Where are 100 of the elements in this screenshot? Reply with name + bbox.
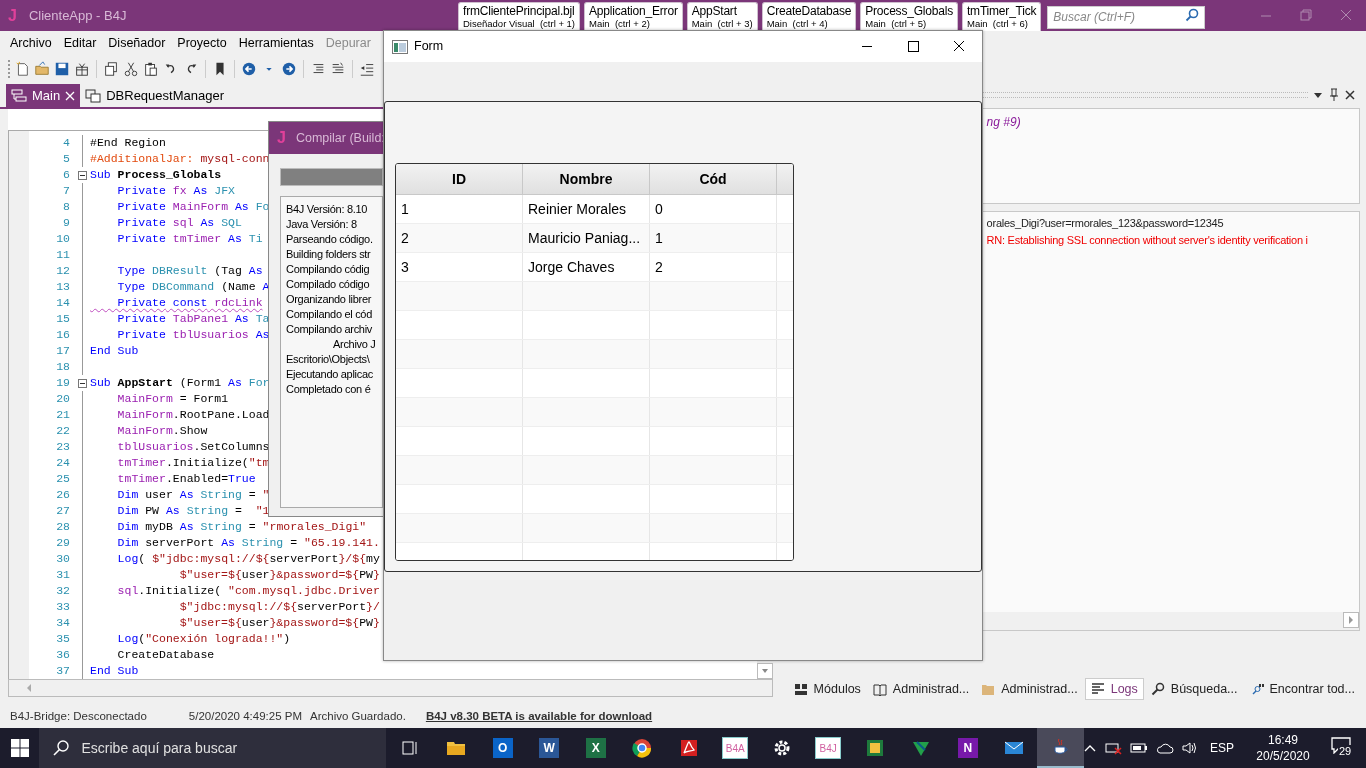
menu-item[interactable]: Archivo [4, 33, 58, 53]
copy-icon[interactable] [103, 60, 119, 77]
log-line: RN: Establishing SSL connection without server's identity verification i [986, 233, 1308, 248]
quick-tab[interactable]: CreateDatabase Main (ctrl + 4) [761, 2, 857, 31]
line-number: 7 [62, 183, 70, 199]
taskbar-app-icon[interactable]: O [492, 738, 513, 758]
language-indicator[interactable]: ESP [1210, 739, 1234, 757]
editor-tab[interactable]: DBRequestManager [80, 84, 229, 107]
log-line: Completado con é [286, 382, 371, 397]
collapse-icon[interactable] [78, 379, 87, 388]
menu-item[interactable]: Herramientas [232, 33, 320, 53]
panel-tab[interactable]: Administrad... [976, 678, 1083, 700]
pin-icon[interactable] [1328, 88, 1340, 102]
speaker-icon[interactable] [1182, 741, 1198, 755]
column-header[interactable]: Cód [650, 164, 777, 194]
column-header[interactable]: Nombre [523, 164, 650, 194]
line-number: 34 [55, 615, 70, 631]
quick-tab[interactable]: tmTimer_Tick Main (ctrl + 6) [962, 2, 1042, 31]
quick-tab[interactable]: Process_Globals Main (ctrl + 5) [860, 2, 958, 31]
taskbar-search-field[interactable]: Escribe aquí para buscar [39, 728, 387, 768]
leaf-icon[interactable] [911, 738, 932, 758]
quick-tab[interactable]: Application_Error Main (ctrl + 2) [584, 2, 683, 31]
panel-tab[interactable]: Búsqueda... [1145, 678, 1243, 700]
quick-tab[interactable]: frmClientePrincipal.bjl Diseñador Visual (ctrl + 1) [458, 2, 581, 31]
info-text: ng #9) [986, 114, 1021, 131]
log-line: Compilando archiv [286, 322, 372, 337]
horizontal-scrollbar[interactable] [8, 679, 773, 697]
panel-tab[interactable]: Encontrar tod... [1244, 678, 1360, 700]
table-row[interactable]: 1 Reinier Morales 0 [396, 195, 793, 224]
menu-item[interactable]: Editar [57, 33, 103, 53]
line-number: 37 [55, 663, 70, 679]
log-line: Compilando códig [286, 262, 370, 277]
photo-icon[interactable] [864, 738, 885, 758]
table-cell-text: 0 [655, 199, 663, 219]
code-line: $"user=${user}&password=${PW} [178, 615, 380, 631]
code-line: End Sub [90, 343, 139, 359]
taskbar-app-icon[interactable]: B4A [722, 737, 749, 759]
table-cell-text: 1 [655, 228, 663, 248]
line-number: 25 [55, 471, 70, 487]
line-number: 33 [55, 599, 70, 615]
update-link[interactable]: B4J v8.30 BETA is available for download [425, 707, 653, 726]
code-line: Private tblUsuarios As [116, 327, 270, 343]
open-folder-icon[interactable] [34, 60, 50, 77]
clock[interactable]: 16:49 20/5/2020 [1252, 732, 1314, 764]
close-icon[interactable] [1344, 89, 1356, 101]
table-row[interactable]: 2 Mauricio Paniag... 1 [396, 224, 793, 253]
menu-item[interactable]: Diseñador [102, 33, 172, 53]
search-field[interactable]: Buscar (Ctrl+F) [1047, 5, 1206, 29]
log-line: Building folders str [286, 247, 371, 262]
window-title: ClienteApp - B4J [28, 6, 127, 25]
line-number: 8 [62, 199, 70, 215]
code-line: Log( $"jdbc:mysql://${serverPort}/${my [116, 551, 380, 567]
table-row[interactable]: 3 Jorge Chaves 2 [396, 253, 793, 282]
code-line: $"jdbc:mysql://${serverPort}/ [178, 599, 380, 615]
chrome-icon[interactable] [632, 738, 653, 758]
panel-tab[interactable]: Logs [1084, 678, 1144, 700]
search-icon [1185, 8, 1200, 22]
line-number: 28 [55, 519, 70, 535]
line-number: 5 [62, 151, 70, 167]
acrobat-icon[interactable] [678, 738, 699, 758]
paste-icon[interactable] [143, 60, 159, 77]
code-line: Sub Process_Globals [90, 167, 222, 183]
panel-tab[interactable]: Administrad... [867, 678, 975, 700]
code-line: CreateDatabase [116, 647, 215, 663]
quick-tab[interactable]: AppStart Main (ctrl + 3) [686, 2, 758, 31]
window-icon [392, 39, 408, 54]
line-number: 12 [55, 263, 70, 279]
line-number: 22 [55, 423, 70, 439]
code-line: MainForm.Show [116, 423, 208, 439]
cloud-icon[interactable] [1156, 741, 1174, 755]
windows-icon[interactable] [10, 739, 29, 757]
task-view-icon[interactable] [399, 738, 420, 758]
collapse-icon[interactable] [78, 171, 87, 180]
save-icon[interactable] [54, 60, 70, 77]
taskbar-app-icon[interactable]: N [957, 738, 978, 758]
column-header[interactable]: ID [396, 164, 523, 194]
code-line: Log("Conexión lograda!!") [116, 631, 291, 647]
table-cell-text: 2 [401, 228, 409, 248]
line-number: 35 [55, 631, 70, 647]
taskbar-app-icon[interactable]: X [585, 738, 606, 758]
line-number: 6 [62, 167, 70, 183]
log-line: Archivo J [332, 337, 376, 352]
app-logo: J [8, 7, 17, 24]
table-cell-text: Reinier Morales [528, 199, 627, 219]
code-line: Dim serverPort As String = "65.19.141. [116, 535, 380, 551]
taskbar-app-icon[interactable]: B4J [815, 737, 842, 759]
taskbar-app-icon[interactable]: W [539, 738, 560, 758]
panel-tab[interactable]: Módulos [788, 678, 866, 700]
line-number: 32 [55, 583, 70, 599]
new-file-icon[interactable] [14, 60, 30, 77]
line-number: 26 [55, 487, 70, 503]
line-number: 27 [55, 503, 70, 519]
cut-icon[interactable] [123, 60, 139, 77]
code-line: MainForm.RootPane.Load [116, 407, 270, 423]
line-number: 30 [55, 551, 70, 567]
search-icon [1150, 682, 1165, 696]
editor-tab[interactable]: Main [6, 84, 81, 107]
network-icon[interactable] [1104, 741, 1122, 755]
menu-item[interactable]: Proyecto [171, 33, 233, 53]
battery-icon[interactable] [1130, 742, 1148, 754]
